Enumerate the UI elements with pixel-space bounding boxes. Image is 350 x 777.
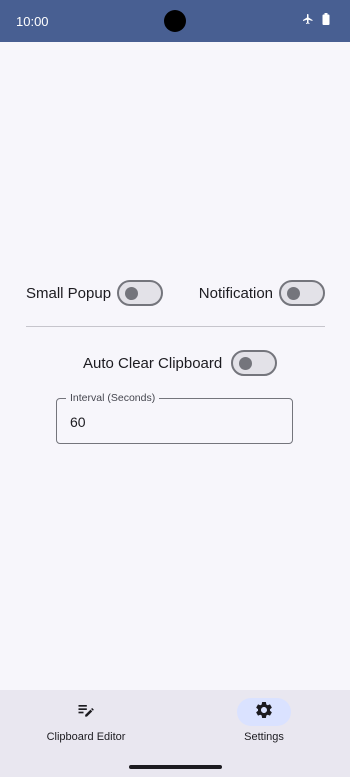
small-popup-setting: Small Popup xyxy=(26,279,164,307)
airplane-mode-icon xyxy=(302,13,314,25)
status-bar: 10:00 xyxy=(0,0,350,42)
auto-clear-setting: Auto Clear Clipboard xyxy=(83,349,278,377)
nav-label-settings: Settings xyxy=(244,731,284,743)
camera-cutout xyxy=(164,10,186,32)
notification-label: Notification xyxy=(198,284,273,302)
small-popup-switch-thumb xyxy=(125,287,139,300)
nav-item-settings[interactable]: Settings xyxy=(204,698,324,746)
small-popup-switch[interactable] xyxy=(117,280,164,306)
edit-notes-icon xyxy=(76,700,96,725)
auto-clear-switch[interactable] xyxy=(231,350,278,376)
gear-icon xyxy=(254,700,274,725)
popup-notification-row: Small Popup Notification xyxy=(26,279,325,307)
status-icons xyxy=(302,13,330,25)
notification-switch-thumb xyxy=(287,287,300,300)
nav-icon-container-active xyxy=(237,698,291,726)
interval-field-label: Interval (Seconds) xyxy=(66,392,160,404)
notification-setting: Notification xyxy=(199,279,325,307)
battery-icon xyxy=(322,13,330,25)
auto-clear-label: Auto Clear Clipboard xyxy=(83,354,223,372)
home-indicator[interactable] xyxy=(129,765,222,769)
auto-clear-switch-thumb xyxy=(239,357,253,370)
notification-switch[interactable] xyxy=(279,280,325,306)
small-popup-label: Small Popup xyxy=(26,284,112,302)
nav-label-clipboard-editor: Clipboard Editor xyxy=(46,731,126,743)
nav-icon-container xyxy=(59,698,113,726)
settings-screen: 10:00 Small Popup Notification Auto Clea… xyxy=(0,0,350,777)
divider xyxy=(26,326,325,327)
nav-item-clipboard-editor[interactable]: Clipboard Editor xyxy=(26,698,146,746)
status-time: 10:00 xyxy=(16,14,49,29)
interval-input[interactable] xyxy=(70,414,270,430)
bottom-navigation: Clipboard Editor Settings xyxy=(0,690,350,777)
interval-field[interactable]: Interval (Seconds) xyxy=(56,392,293,444)
